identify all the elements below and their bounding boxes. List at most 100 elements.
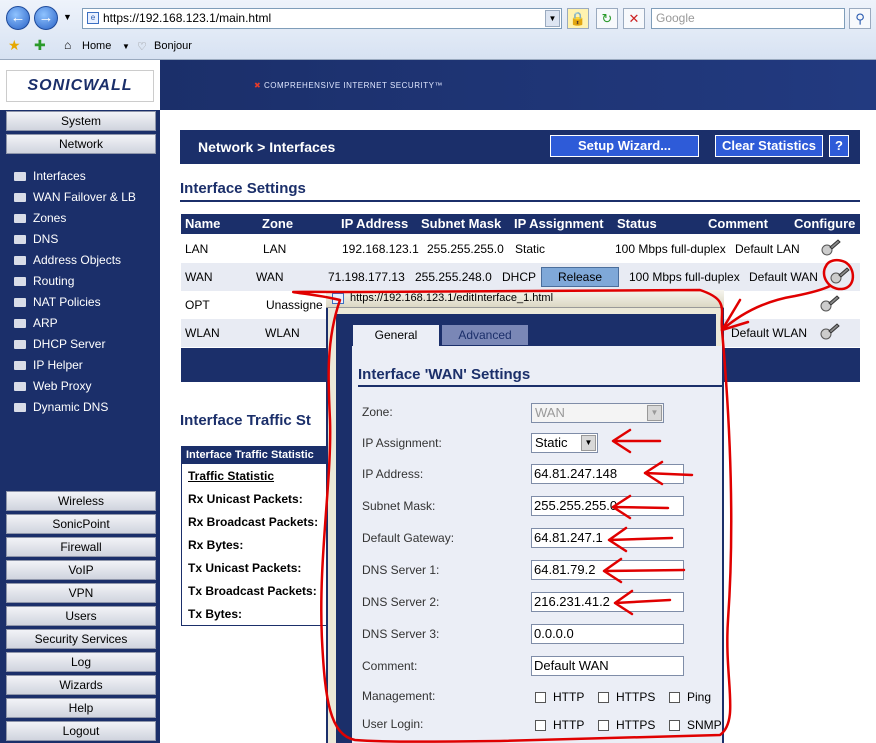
folder-icon	[14, 193, 26, 202]
management-https-label: HTTPS	[616, 690, 656, 704]
gateway-field[interactable]: 64.81.247.1	[531, 528, 684, 548]
configure-icon[interactable]	[819, 238, 841, 258]
sidebar-vpn-button[interactable]: VPN	[6, 583, 156, 603]
ip-assignment-value: Static	[535, 435, 568, 450]
popup-url: https://192.168.123.1/editInterface_1.ht…	[350, 292, 554, 304]
configure-icon[interactable]	[818, 322, 840, 342]
row-lan-zone: LAN	[263, 242, 287, 256]
add-favorite-icon[interactable]: ✚	[34, 37, 46, 54]
user-login-https-checkbox[interactable]	[598, 720, 609, 731]
address-bar[interactable]: e https://192.168.123.1/main.html ▼	[82, 8, 562, 29]
sidebar-item-label: Dynamic DNS	[33, 400, 109, 414]
sidebar-item-dhcp-server[interactable]: DHCP Server	[14, 335, 105, 353]
tab-advanced[interactable]: Advanced	[441, 324, 529, 346]
section-divider	[180, 200, 860, 202]
sidebar-item-wan-failover[interactable]: WAN Failover & LB	[14, 188, 136, 206]
sidebar-log-button[interactable]: Log	[6, 652, 156, 672]
sidebar-item-ip-helper[interactable]: IP Helper	[14, 356, 83, 374]
management-ping-label: Ping	[687, 690, 712, 704]
tab-general[interactable]: General	[352, 324, 440, 346]
sidebar-help-button[interactable]: Help	[6, 698, 156, 718]
forward-button-icon[interactable]: →	[34, 6, 58, 30]
sidebar-item-dynamic-dns[interactable]: Dynamic DNS	[14, 398, 108, 416]
release-button[interactable]: Release	[541, 267, 619, 287]
management-http-checkbox[interactable]	[535, 692, 546, 703]
search-input[interactable]: Google	[651, 8, 845, 29]
col-assign: IP Assignment	[514, 216, 604, 231]
interface-settings-heading: Interface Settings	[180, 180, 306, 197]
sidebar-item-arp[interactable]: ARP	[14, 314, 58, 332]
zone-select[interactable]: WAN ▼	[531, 403, 664, 423]
management-https-checkbox[interactable]	[598, 692, 609, 703]
favorites-star-icon[interactable]: ★	[8, 37, 21, 54]
folder-icon	[14, 298, 26, 307]
folder-icon	[14, 172, 26, 181]
traffic-stat-column[interactable]: Traffic Statistic	[188, 469, 274, 483]
sidebar-firewall-button[interactable]: Firewall	[6, 537, 156, 557]
clear-statistics-button[interactable]: Clear Statistics	[715, 135, 823, 157]
sidebar-wizards-button[interactable]: Wizards	[6, 675, 156, 695]
sidebar-item-zones[interactable]: Zones	[14, 209, 66, 227]
sidebar-wireless-button[interactable]: Wireless	[6, 491, 156, 511]
row-wan-status: 100 Mbps full-duplex	[629, 270, 740, 284]
folder-icon	[14, 235, 26, 244]
address-dropdown-icon[interactable]: ▼	[545, 10, 560, 27]
row-lan-ip: 192.168.123.1	[342, 242, 419, 256]
sidebar-security-services-button[interactable]: Security Services	[6, 629, 156, 649]
home-dropdown-icon[interactable]: ▼	[122, 42, 130, 51]
row-opt-name: OPT	[185, 298, 210, 312]
search-icon[interactable]: ⚲	[849, 8, 871, 29]
home-link[interactable]: Home	[82, 40, 111, 52]
col-ip: IP Address	[341, 216, 409, 231]
stat-rx-unicast: Rx Unicast Packets:	[188, 492, 303, 506]
management-ping-checkbox[interactable]	[669, 692, 680, 703]
sidebar-network-button[interactable]: Network	[6, 134, 156, 154]
sidebar-item-routing[interactable]: Routing	[14, 272, 74, 290]
sidebar-item-interfaces[interactable]: Interfaces	[14, 167, 86, 185]
dns1-field[interactable]: 64.81.79.2	[531, 560, 684, 580]
comment-field[interactable]: Default WAN	[531, 656, 684, 676]
refresh-icon[interactable]: ↻	[596, 8, 618, 29]
ip-assignment-select[interactable]: Static ▼	[531, 433, 598, 453]
ip-address-field[interactable]: 64.81.247.148	[531, 464, 684, 484]
sidebar-item-address-objects[interactable]: Address Objects	[14, 251, 121, 269]
sidebar-item-nat-policies[interactable]: NAT Policies	[14, 293, 101, 311]
dns3-label: DNS Server 3:	[362, 627, 440, 641]
sidebar-logout-button[interactable]: Logout	[6, 721, 156, 741]
stop-icon[interactable]: ✕	[623, 8, 645, 29]
sidebar-voip-button[interactable]: VoIP	[6, 560, 156, 580]
chevron-down-icon: ▼	[581, 435, 596, 451]
zone-label: Zone:	[362, 405, 393, 419]
user-login-http-checkbox[interactable]	[535, 720, 546, 731]
row-opt-zone: Unassigne	[266, 298, 323, 312]
sidebar-users-button[interactable]: Users	[6, 606, 156, 626]
row-lan-name: LAN	[185, 242, 209, 256]
sidebar-system-button[interactable]: System	[6, 111, 156, 131]
home-icon[interactable]: ⌂	[64, 38, 71, 52]
sidebar-item-label: Interfaces	[33, 169, 86, 183]
row-wlan-zone: WLAN	[265, 326, 300, 340]
row-wan-ip: 71.198.177.13	[328, 270, 405, 284]
row-wan-mask: 255.255.248.0	[415, 270, 492, 284]
sidebar-item-dns[interactable]: DNS	[14, 230, 58, 248]
sidebar-item-label: IP Helper	[33, 358, 83, 372]
configure-icon[interactable]	[818, 294, 840, 314]
help-button[interactable]: ?	[829, 135, 849, 157]
setup-wizard-button[interactable]: Setup Wizard...	[550, 135, 699, 157]
sidebar-item-label: Zones	[33, 211, 67, 225]
dns2-field[interactable]: 216.231.41.2	[531, 592, 684, 612]
lock-icon[interactable]: 🔒	[567, 8, 589, 29]
folder-icon	[14, 277, 26, 286]
dns3-field[interactable]: 0.0.0.0	[531, 624, 684, 644]
sidebar-sonicpoint-button[interactable]: SonicPoint	[6, 514, 156, 534]
user-login-label: User Login:	[362, 717, 424, 731]
subnet-mask-field[interactable]: 255.255.255.0	[531, 496, 684, 516]
sidebar-item-web-proxy[interactable]: Web Proxy	[14, 377, 91, 395]
history-dropdown-icon[interactable]: ▼	[63, 12, 72, 22]
bonjour-link[interactable]: Bonjour	[154, 40, 192, 52]
back-button-icon[interactable]: ←	[6, 6, 30, 30]
user-login-snmp-checkbox[interactable]	[669, 720, 680, 731]
browser-chrome: ← → ▼ e https://192.168.123.1/main.html …	[0, 0, 876, 60]
configure-icon[interactable]	[828, 266, 850, 286]
col-configure: Configure	[794, 216, 856, 231]
